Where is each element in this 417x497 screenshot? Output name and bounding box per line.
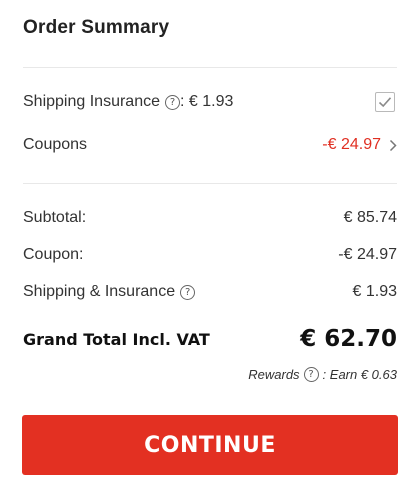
grand-total-label: Grand Total Incl. VAT <box>23 329 210 349</box>
coupon-value: -€ 24.97 <box>338 246 397 263</box>
shipping-row: Shipping & Insurance ? € 1.93 <box>23 281 397 303</box>
divider <box>23 183 397 184</box>
question-circle-icon[interactable]: ? <box>180 284 196 300</box>
subtotal-label: Subtotal: <box>23 209 87 226</box>
shipping-insurance-price: : € 1.93 <box>179 93 234 110</box>
continue-button[interactable]: CONTINUE <box>22 415 398 475</box>
shipping-value: € 1.93 <box>352 283 397 300</box>
rewards-line: Rewards ? : Earn € 0.63 <box>248 367 397 382</box>
subtotal-value: € 85.74 <box>343 209 397 226</box>
checkmark-icon <box>378 97 392 108</box>
question-circle-icon[interactable]: ? <box>164 94 180 110</box>
rewards-value: : Earn € 0.63 <box>322 367 397 382</box>
coupons-value: -€ 24.97 <box>322 136 381 153</box>
subtotal-row: Subtotal: € 85.74 <box>23 207 397 229</box>
grand-total-value: € 62.70 <box>300 326 397 352</box>
shipping-insurance-label: Shipping Insurance <box>23 93 160 110</box>
coupons-row[interactable]: Coupons -€ 24.97 <box>23 134 397 156</box>
rewards-label: Rewards <box>248 367 300 382</box>
question-circle-icon[interactable]: ? <box>303 367 319 382</box>
shipping-insurance-row: Shipping Insurance ? : € 1.93 <box>23 91 397 113</box>
grand-total-row: Grand Total Incl. VAT € 62.70 <box>23 324 397 354</box>
chevron-right-icon[interactable] <box>389 139 397 152</box>
shipping-insurance-checkbox[interactable] <box>375 92 395 112</box>
page-title: Order Summary <box>23 17 170 38</box>
shipping-label: Shipping & Insurance <box>23 283 176 300</box>
coupon-label: Coupon: <box>23 246 84 263</box>
coupons-label: Coupons <box>23 136 88 153</box>
order-summary-panel: Order Summary Shipping Insurance ? : € 1… <box>0 0 417 497</box>
divider <box>23 67 397 68</box>
coupon-row: Coupon: -€ 24.97 <box>23 244 397 266</box>
